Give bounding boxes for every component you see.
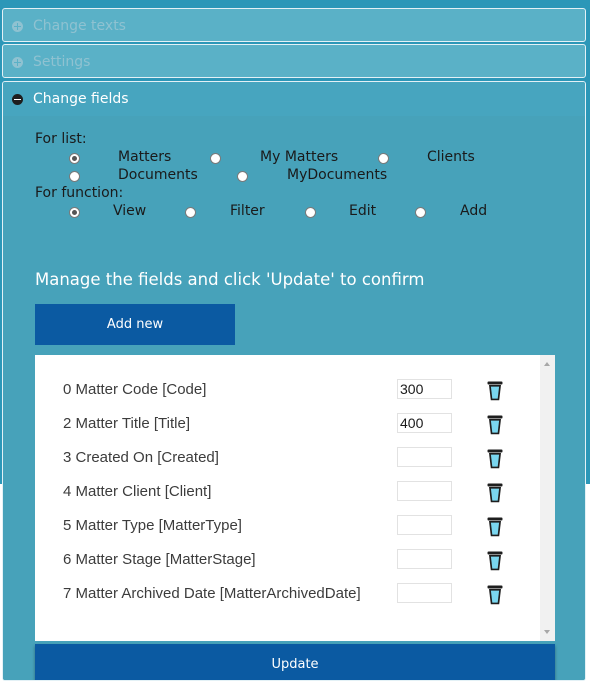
update-button[interactable]: Update bbox=[35, 644, 555, 680]
field-name: 5 Matter Type [MatterType] bbox=[63, 517, 242, 534]
scroll-down-arrow-icon[interactable] bbox=[544, 630, 550, 634]
radio-label-clients: Clients bbox=[427, 149, 475, 165]
field-width-input[interactable] bbox=[397, 413, 452, 433]
radio-label-filter: Filter bbox=[230, 203, 265, 219]
panel-change-fields: Change fields For list: Matters My Matte… bbox=[2, 81, 586, 681]
panel-header-change-fields[interactable]: Change fields bbox=[3, 82, 585, 116]
field-width-input[interactable] bbox=[397, 549, 452, 569]
radio-view[interactable] bbox=[69, 207, 80, 218]
field-width-input[interactable] bbox=[397, 515, 452, 535]
for-function-label: For function: bbox=[35, 185, 124, 201]
panel-change-texts[interactable]: Change texts bbox=[2, 8, 586, 42]
field-name: 6 Matter Stage [MatterStage] bbox=[63, 551, 256, 568]
add-new-button[interactable]: Add new bbox=[35, 304, 235, 345]
radio-documents[interactable] bbox=[69, 171, 80, 182]
radio-clients[interactable] bbox=[378, 153, 389, 164]
field-row: 2 Matter Title [Title] bbox=[35, 407, 540, 441]
scrollbar[interactable] bbox=[540, 355, 555, 641]
field-row: 3 Created On [Created] bbox=[35, 441, 540, 475]
field-row: 0 Matter Code [Code] bbox=[35, 373, 540, 407]
radio-label-edit: Edit bbox=[349, 203, 377, 219]
manage-instructions: Manage the fields and click 'Update' to … bbox=[35, 270, 425, 289]
field-width-input[interactable] bbox=[397, 583, 452, 603]
radio-label-documents: Documents bbox=[118, 167, 198, 183]
scroll-up-arrow-icon[interactable] bbox=[544, 362, 550, 366]
radio-my-matters[interactable] bbox=[210, 153, 221, 164]
fields-list: 0 Matter Code [Code] 2 Matter Title [Titl… bbox=[35, 355, 555, 641]
radio-label-view: View bbox=[113, 203, 147, 219]
plus-circle-icon bbox=[12, 56, 23, 68]
field-name: 3 Created On [Created] bbox=[63, 449, 219, 466]
panel-settings[interactable]: Settings bbox=[2, 44, 586, 78]
trash-icon[interactable] bbox=[486, 380, 504, 402]
panel-header-settings[interactable]: Settings bbox=[3, 45, 585, 79]
panel-title: Change fields bbox=[33, 91, 129, 107]
plus-circle-icon bbox=[12, 20, 23, 32]
radio-edit[interactable] bbox=[305, 207, 316, 218]
field-width-input[interactable] bbox=[397, 379, 452, 399]
trash-icon[interactable] bbox=[486, 550, 504, 572]
for-list-label: For list: bbox=[35, 131, 87, 147]
field-row: 6 Matter Stage [MatterStage] bbox=[35, 543, 540, 577]
radio-label-add: Add bbox=[460, 203, 488, 219]
minus-circle-icon bbox=[12, 93, 23, 105]
field-row: 5 Matter Type [MatterType] bbox=[35, 509, 540, 543]
field-name: 4 Matter Client [Client] bbox=[63, 483, 212, 500]
trash-icon[interactable] bbox=[486, 414, 504, 436]
trash-icon[interactable] bbox=[486, 516, 504, 538]
field-name: 7 Matter Archived Date [MatterArchivedDa… bbox=[63, 585, 361, 602]
panel-header-change-texts[interactable]: Change texts bbox=[3, 9, 585, 43]
radio-filter[interactable] bbox=[185, 207, 196, 218]
field-width-input[interactable] bbox=[397, 447, 452, 467]
field-name: 0 Matter Code [Code] bbox=[63, 381, 207, 398]
radio-label-matters: Matters bbox=[118, 149, 172, 165]
field-name: 2 Matter Title [Title] bbox=[63, 415, 190, 432]
radio-label-my-matters: My Matters bbox=[260, 149, 339, 165]
panel-title: Change texts bbox=[33, 18, 126, 34]
trash-icon[interactable] bbox=[486, 448, 504, 470]
field-row: 7 Matter Archived Date [MatterArchivedDa… bbox=[35, 577, 540, 611]
radio-label-mydocuments: MyDocuments bbox=[287, 167, 388, 183]
radio-matters[interactable] bbox=[69, 153, 80, 164]
radio-mydocuments[interactable] bbox=[237, 171, 248, 182]
change-fields-body: For list: Matters My Matters Clients Doc… bbox=[3, 116, 585, 680]
field-row: 4 Matter Client [Client] bbox=[35, 475, 540, 509]
field-width-input[interactable] bbox=[397, 481, 452, 501]
trash-icon[interactable] bbox=[486, 584, 504, 606]
trash-icon[interactable] bbox=[486, 482, 504, 504]
radio-add[interactable] bbox=[415, 207, 426, 218]
panel-title: Settings bbox=[33, 54, 91, 70]
